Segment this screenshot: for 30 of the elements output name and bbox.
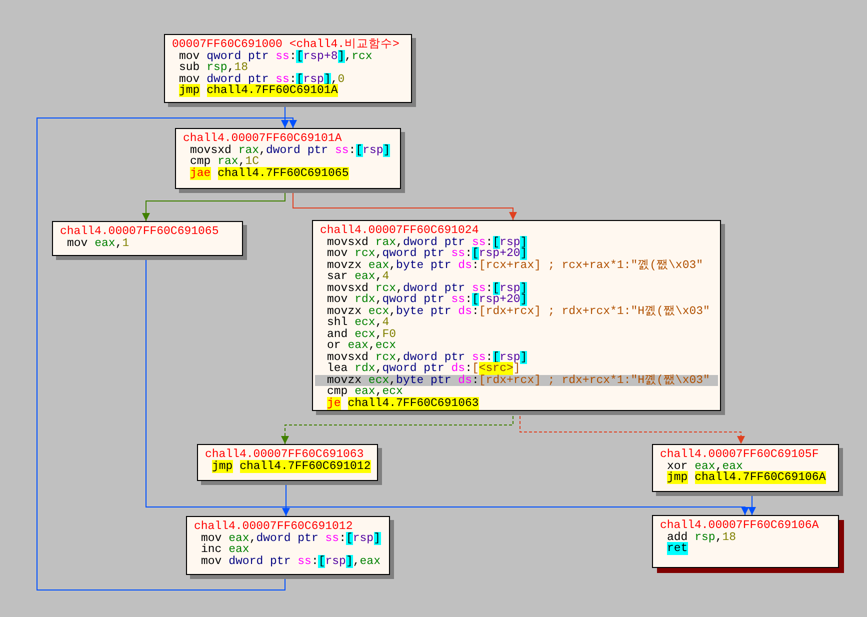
instruction-line[interactable]: cmp rax,1C [178,156,398,168]
instruction-line[interactable]: ret [655,543,836,554]
instruction-line[interactable]: lea rdx,qword ptr ds:[<src>] [315,363,718,374]
instruction-line[interactable]: mov dword ptr ss:[rsp],eax [189,556,387,567]
block-label: 00007FF60C691000 <chall4.비교함수> [171,39,400,50]
instruction-line[interactable]: cmp eax,ecx [315,386,718,398]
instruction-line[interactable]: mov eax,1 [55,238,240,249]
instruction-line[interactable]: mov eax,dword ptr ss:[rsp] [189,532,387,544]
instruction-line[interactable]: shl ecx,4 [315,317,718,328]
instruction-line[interactable]: movsxd rax,dword ptr ss:[rsp] [178,144,398,156]
instruction-line[interactable]: inc eax [189,544,387,556]
instruction-line[interactable]: je chall4.7FF60C691063 [315,398,718,409]
instruction-line[interactable]: add rsp,18 [655,532,836,543]
instruction-line[interactable]: sar eax,4 [315,271,718,282]
block-label: chall4.00007FF60C691063 [204,449,364,460]
instruction-line[interactable]: movzx eax,byte ptr ds:[rcx+rax] ; rcx+rax*1:"꼜(쨊\x03" [315,260,718,271]
instruction-line[interactable]: xor eax,eax [655,460,836,472]
instruction-line[interactable]: mov rdx,qword ptr ss:[rsp+20] [315,294,718,306]
block-label: chall4.00007FF60C69101A [182,133,342,144]
instruction-line[interactable]: sub rsp,18 [167,62,409,74]
block-label: chall4.00007FF60C691012 [193,521,353,532]
instruction-line[interactable]: or eax,ecx [315,340,718,352]
block-label: chall4.00007FF60C69105F [659,449,819,460]
block-label: chall4.00007FF60C691024 [319,225,479,236]
block-label: chall4.00007FF60C69106A [659,520,819,532]
instruction-line[interactable]: mov rcx,qword ptr ss:[rsp+20] [315,248,718,260]
instruction-line[interactable]: and ecx,F0 [315,328,718,340]
instruction-line[interactable]: mov qword ptr ss:[rsp+8],rcx [167,50,409,62]
instruction-line[interactable]: movzx ecx,byte ptr ds:[rdx+rcx] ; rdx+rcx*1:"H꼜(쨊\x03" [315,306,718,317]
block-label: chall4.00007FF60C691065 [59,226,219,238]
